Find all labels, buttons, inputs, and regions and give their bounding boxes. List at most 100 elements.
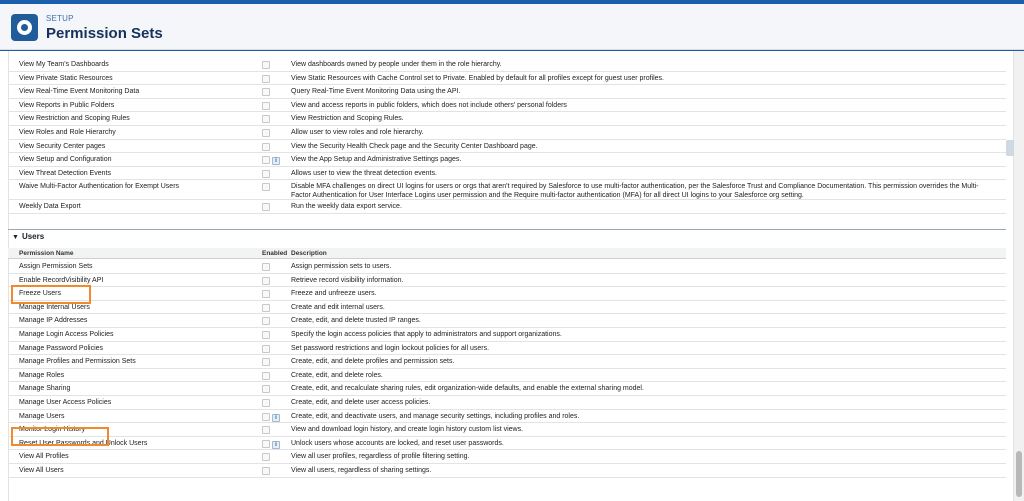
permission-name: Manage Profiles and Permission Sets bbox=[19, 358, 136, 366]
permission-name: View All Users bbox=[19, 467, 64, 474]
table-row: View All Users View all users, regardless… bbox=[8, 464, 1006, 478]
enabled-checkbox[interactable] bbox=[262, 263, 270, 271]
permission-name: View My Team's Dashboards bbox=[19, 61, 109, 68]
collapse-triangle-icon: ▼ bbox=[12, 234, 19, 241]
description-line: View and download login history, and cre… bbox=[291, 426, 524, 434]
description-line: Create, edit, and delete user access pol… bbox=[291, 399, 431, 406]
description-line: Disable MFA challenges on direct UI logi… bbox=[291, 183, 979, 191]
scrollbar-thumb[interactable] bbox=[1016, 451, 1022, 497]
side-panel-tab[interactable] bbox=[1006, 140, 1014, 156]
permission-name: Waive Multi-Factor Authentication for Ex… bbox=[19, 183, 180, 191]
enabled-checkbox[interactable] bbox=[262, 156, 270, 165]
vertical-scrollbar[interactable] bbox=[1014, 51, 1024, 501]
enabled-checkbox[interactable] bbox=[262, 276, 270, 285]
enabled-checkbox[interactable] bbox=[262, 317, 270, 326]
permission-description: Assign permission sets to users. bbox=[291, 262, 391, 271]
header-eyebrow: SETUP bbox=[46, 14, 74, 23]
permission-description: Set password restrictions and login lock… bbox=[291, 344, 489, 353]
enabled-checkbox[interactable] bbox=[262, 467, 270, 475]
permission-name: Manage User Access Policies bbox=[19, 399, 112, 406]
permission-description: View Static Resources with Cache Control… bbox=[291, 74, 664, 83]
table-row: Freeze Users Freeze and unfreeze users. bbox=[8, 287, 1006, 301]
permission-name: View Restriction and Scoping Rules bbox=[19, 115, 130, 123]
section-divider bbox=[8, 220, 1006, 230]
permission-description: Create, edit, and delete user access pol… bbox=[291, 398, 430, 407]
table-row: View Private Static Resources View Static… bbox=[8, 72, 1006, 86]
permission-description: View all users, regardless of sharing se… bbox=[291, 466, 431, 475]
table-row: Assign Permission Sets Assign permission … bbox=[8, 260, 1006, 274]
table-row: Reset User Passwords and Unlock Users i Un… bbox=[8, 437, 1006, 451]
page-title: Permission Sets bbox=[46, 25, 163, 42]
enabled-checkbox[interactable] bbox=[262, 426, 270, 435]
description-line: View and access reports in public folder… bbox=[291, 101, 567, 109]
enabled-checkbox[interactable] bbox=[262, 183, 270, 192]
info-icon[interactable]: i bbox=[272, 157, 280, 166]
table-row: Weekly Data Export Run the weekly data ex… bbox=[8, 200, 1006, 214]
info-icon[interactable]: i bbox=[272, 440, 280, 449]
enabled-checkbox[interactable] bbox=[262, 74, 270, 83]
description-line: Run the weekly data export service. bbox=[291, 203, 402, 211]
enabled-checkbox[interactable] bbox=[262, 385, 270, 394]
table-row: Manage Password Policies Set password res… bbox=[8, 342, 1006, 356]
setup-gear-icon bbox=[11, 14, 38, 41]
permission-description: Run the weekly data export service. bbox=[291, 202, 402, 211]
enabled-checkbox[interactable] bbox=[262, 290, 270, 299]
permission-name: Assign Permission Sets bbox=[19, 263, 93, 270]
description-line: Retrieve record visibility information. bbox=[291, 276, 404, 284]
enabled-checkbox[interactable] bbox=[262, 399, 270, 407]
enabled-checkbox[interactable] bbox=[262, 115, 270, 124]
permission-name: Monitor Login History bbox=[19, 426, 86, 434]
description-line: Create and edit internal users. bbox=[291, 303, 385, 311]
description-line: Set password restrictions and login lock… bbox=[291, 344, 490, 352]
enabled-checkbox[interactable] bbox=[262, 331, 270, 339]
description-line: Create, edit, and deactivate users, and … bbox=[291, 412, 580, 420]
permission-name: View Real-Time Event Monitoring Data bbox=[19, 88, 140, 96]
enabled-checkbox[interactable] bbox=[262, 101, 270, 110]
permission-description: Create and edit internal users. bbox=[291, 303, 385, 312]
permission-description: Create, edit, and delete profiles and pe… bbox=[291, 357, 454, 366]
enabled-checkbox[interactable] bbox=[262, 371, 270, 380]
table-row: View Setup and Configuration i View the Ap… bbox=[8, 153, 1006, 167]
table-row: View All Profiles View all user profiles,… bbox=[8, 450, 1006, 464]
table-row: Manage Roles Create, edit, and delete rol… bbox=[8, 369, 1006, 383]
permission-name: View Private Static Resources bbox=[19, 74, 113, 82]
enabled-checkbox[interactable] bbox=[262, 169, 270, 178]
permission-name: Manage Login Access Policies bbox=[19, 331, 114, 338]
enabled-checkbox[interactable] bbox=[262, 412, 270, 421]
enabled-checkbox[interactable] bbox=[262, 344, 270, 353]
enabled-checkbox[interactable] bbox=[262, 203, 270, 212]
permission-name: Manage Internal Users bbox=[19, 303, 90, 311]
description-line: Create, edit, and delete trusted IP rang… bbox=[291, 317, 421, 325]
permission-name: Reset User Passwords and Unlock Users bbox=[19, 439, 148, 447]
permission-name: Manage Roles bbox=[19, 371, 65, 379]
permission-name: Freeze Users bbox=[19, 290, 62, 298]
users-section-title: Users bbox=[21, 232, 45, 241]
description-line: Allows user to view the threat detection… bbox=[291, 169, 437, 177]
users-section-toggle[interactable]: ▼ Users bbox=[12, 232, 44, 241]
enabled-checkbox[interactable] bbox=[262, 439, 270, 448]
permission-name: Manage Users bbox=[19, 412, 65, 420]
permission-name: View Setup and Configuration bbox=[19, 156, 112, 164]
info-icon[interactable]: i bbox=[272, 413, 280, 422]
enabled-checkbox[interactable] bbox=[262, 358, 270, 367]
description-line: Assign permission sets to users. bbox=[291, 263, 392, 270]
enabled-checkbox[interactable] bbox=[262, 129, 270, 137]
page-header: SETUP Permission Sets bbox=[0, 4, 1024, 50]
permission-description: Freeze and unfreeze users. bbox=[291, 289, 377, 298]
enabled-checkbox[interactable] bbox=[262, 88, 270, 97]
enabled-checkbox[interactable] bbox=[262, 142, 270, 151]
enabled-checkbox[interactable] bbox=[262, 303, 270, 312]
permission-description: Create, edit, and deactivate users, and … bbox=[291, 412, 579, 421]
table-row: Manage Internal Users Create and edit int… bbox=[8, 301, 1006, 315]
description-line: View the Security Health Check page and … bbox=[291, 142, 538, 150]
permission-description: Create, edit, and delete roles. bbox=[291, 371, 383, 380]
enabled-checkbox[interactable] bbox=[262, 453, 270, 462]
table-row: Manage IP Addresses Create, edit, and del… bbox=[8, 314, 1006, 328]
permission-name: View Roles and Role Hierarchy bbox=[19, 129, 116, 136]
enabled-checkbox[interactable] bbox=[262, 61, 270, 69]
permission-name: Enable RecordVisibility API bbox=[19, 276, 104, 284]
permission-name: Manage Sharing bbox=[19, 385, 71, 393]
description-line: Specify the login access policies that a… bbox=[291, 331, 562, 338]
permission-description: Allow user to view roles and role hierar… bbox=[291, 128, 424, 137]
table-row: Manage Sharing Create, edit, and recalcul… bbox=[8, 382, 1006, 396]
